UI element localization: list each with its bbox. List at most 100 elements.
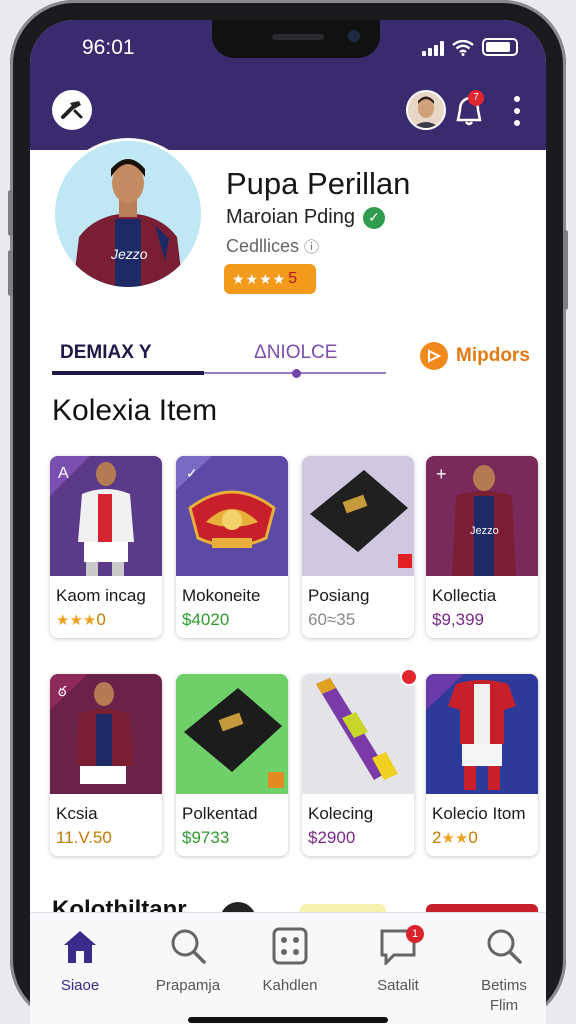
verified-check-icon: ✓ [362,206,385,229]
app-screen: 96:01 7 Jezzo Pupa Perillan Maroian Pdin… [30,20,546,1024]
nav-home[interactable]: Siaoe [30,927,130,996]
nav-chat-label: Satalit [377,977,419,994]
nav-grid-label: Kahdlen [262,977,318,994]
svg-text:A: A [58,465,69,482]
hammer-logo-icon [61,101,83,119]
profile-tabs: DEMIAX Y ΔNIOLCE Mipdors [30,336,546,396]
item-price: ★★★0 [56,610,106,630]
rating-stars: ★★★★ [232,270,287,287]
user-avatar[interactable] [406,90,446,130]
rating-value: 5 [288,270,299,287]
status-time: 96:01 [82,36,135,59]
black-wallet-icon [302,456,414,576]
item-card[interactable]: ✓ Mokoneite $4020 [176,456,288,638]
tab-third[interactable]: Mipdors [420,342,530,370]
nav-home-label: Siaoe [60,977,100,994]
item-title: Kolecing [308,804,374,823]
item-thumbnail [302,456,414,576]
tab-first[interactable]: DEMIAX Y [60,342,152,364]
camera-notch [212,20,380,58]
favorite-marker [400,668,418,686]
item-title: Polkentad [182,804,258,823]
nav-search[interactable]: Prapamja [138,927,238,996]
nav-grid[interactable]: Kahdlen [240,927,340,996]
profile-picture[interactable]: Jezzo [52,138,204,290]
item-card[interactable]: Polkentad $9733 [176,674,288,856]
app-logo[interactable] [52,90,92,130]
item-thumbnail [176,674,288,794]
item-price: 60≈35 [308,610,356,629]
nav-search-label: Prapamja [155,977,221,994]
tab-third-label: Mipdors [456,345,530,366]
svg-text:ఠ: ఠ [58,683,67,699]
item-card[interactable]: Kolecio Itom 2★★0 [426,674,538,856]
item-title: Posiang [308,586,370,605]
item-title: Kaom incag [56,586,146,605]
wifi-icon [452,40,474,56]
item-thumbnail: ✓ [176,456,288,576]
chat-badge: 1 [406,925,424,943]
item-price: $2900 [308,828,356,847]
tab-active-indicator [52,371,204,375]
grid-icon [272,927,308,965]
item-title: Mokoneite [182,586,261,605]
avatar-face-icon [408,92,444,128]
item-card[interactable]: + Jezzo Kollectia $9,399 [426,456,538,638]
scarf-icon [302,674,414,794]
svg-text:✓: ✓ [186,465,198,481]
item-price: 11.V.50 [56,828,112,847]
item-price-value: 0 [468,828,478,847]
home-indicator [188,1017,388,1023]
item-price: $9733 [182,828,230,847]
jersey-kit-icon [426,674,538,794]
rating-badge: ★★★★ 5 [224,264,316,294]
power-button [563,230,568,310]
nav-chat[interactable]: 1 Satalit [348,925,448,996]
tab-dot [292,369,301,378]
nav-explore-label: Betims Flim [481,977,527,1014]
item-price: $4020 [182,610,230,629]
item-price-value: 0 [96,610,106,629]
play-arrow-icon [420,342,448,370]
item-thumbnail: + Jezzo [426,456,538,576]
item-card[interactable]: A Kaom incag ★★★0 [50,456,162,638]
profile-subtitle-text: Maroian Pding [226,206,355,228]
svg-text:+: + [436,464,447,484]
item-title: Kcsia [56,804,98,823]
item-stars: ★★★ [56,612,97,629]
item-card[interactable]: ఠ Kcsia 11.V.50 [50,674,162,856]
winged-crest-icon: ✓ [176,456,288,576]
bottom-navigation: Siaoe Prapamja Kahdlen 1 Satalit Betims … [30,912,546,1024]
item-title: Kolecio Itom [432,804,526,823]
profile-subtitle: Maroian Pding ✓ [226,206,385,229]
item-thumbnail [302,674,414,794]
profile-meta-text: Cedllices [226,236,300,256]
more-options-icon[interactable] [514,96,522,126]
volume-up-button [8,190,13,236]
status-icons [422,38,518,56]
black-wallet-icon [176,674,288,794]
item-title: Kollectia [432,586,497,605]
item-price: $9,399 [432,610,484,629]
item-card[interactable]: Posiang 60≈35 [302,456,414,638]
item-card[interactable]: Kolecing $2900 [302,674,414,856]
notification-badge: 7 [468,90,484,106]
player-portrait-icon: Jezzo [55,141,201,287]
search-icon [171,929,206,964]
tab-second[interactable]: ΔNIOLCE [254,342,337,364]
player-white-kit-icon: A [50,456,162,576]
nav-explore[interactable]: Betims Flim [454,927,546,1016]
profile-name: Pupa Perillan [226,166,411,201]
signal-icon [422,40,444,56]
svg-text:Jezzo: Jezzo [470,525,499,537]
home-icon [64,931,96,963]
player-striped-kit-icon: + Jezzo [426,456,538,576]
search-icon [487,929,522,964]
player-running-icon: ఠ [50,674,162,794]
item-stars: ★★ [441,830,469,847]
volume-down-button [8,250,13,296]
item-thumbnail [426,674,538,794]
item-thumbnail: ఠ [50,674,162,794]
info-icon[interactable]: ⓘ [304,239,319,256]
profile-meta: Cedllices ⓘ [226,236,319,257]
